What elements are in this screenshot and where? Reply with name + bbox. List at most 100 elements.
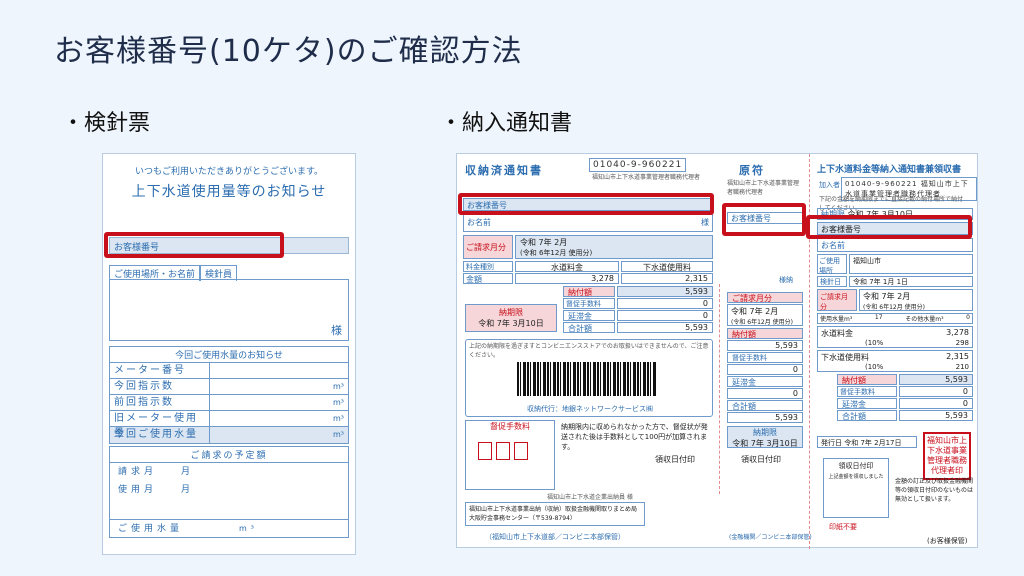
receipt2-sewer-row: 下水道使用料 2,315 (10% 210 xyxy=(817,350,973,372)
usage-row-label: メーター番号 xyxy=(110,363,210,378)
plan-row: 使用月 月 xyxy=(110,481,348,499)
original-total: 5,593 xyxy=(727,412,803,423)
receipt2-billing-field: 令和 7年 2月 (令和 6年12月 使用分) xyxy=(859,289,973,311)
account-number: 01040-9-960221 xyxy=(589,158,687,172)
due-date: 令和 7年 3月10日 xyxy=(478,319,544,328)
notice-customer-number-highlight xyxy=(458,193,714,215)
original-late-fee-label: 延滞金 xyxy=(727,376,803,387)
receipt2-date-label: 領収日付印 xyxy=(838,462,874,470)
usage-row-unit: m³ xyxy=(333,382,344,391)
meter-date: 令和 7年 1月 1日 xyxy=(849,276,973,287)
fix-note: 金額の訂正及び取扱金融機関等の領収日付印のないものは無効として扱います。 xyxy=(895,478,974,503)
total-label: 合計額 xyxy=(563,322,615,333)
water-tax-rate: (10% xyxy=(865,339,884,347)
fee-digit-box xyxy=(496,442,510,460)
receipt2-sewer-label: 下水道使用料 xyxy=(821,353,869,362)
original-due-box: 納期限令和 7年 3月10日 xyxy=(727,426,803,448)
subscriber-label: 加入者 xyxy=(819,181,840,189)
original-usage-period: (令和 6年12月 使用分) xyxy=(731,319,793,326)
usage-row-unit: m³ xyxy=(333,414,344,423)
official-stamp: 福知山市上下水道事業管理者職務代理者印 xyxy=(923,432,971,480)
usage-row-label: 今回指示数 xyxy=(110,379,210,394)
late-fee-label: 延滞金 xyxy=(563,310,615,321)
billing-month-label: ご請求月分 xyxy=(463,235,513,259)
plan-row: ご使用水量 m³ xyxy=(110,519,348,537)
original-payment-label: 納付額 xyxy=(727,328,803,339)
usage-row: 今回指示数 m³ xyxy=(110,379,348,395)
usage-row: 旧メーター使用量 m³ xyxy=(110,411,348,439)
receipt2-water-label: 水道料金 xyxy=(821,329,853,338)
original-surcharge: 0 xyxy=(727,364,803,375)
overdue-fee-box: 督促手数料 xyxy=(465,420,555,490)
original-surcharge-label: 督促手数料 xyxy=(727,352,803,363)
fee-digit-box xyxy=(514,442,528,460)
slip-address-box: 様 xyxy=(109,279,349,341)
receipt2-total: 5,593 xyxy=(899,410,973,421)
total-amount: 5,593 xyxy=(617,322,713,333)
receipt-date-label: 領収日付印 xyxy=(655,455,695,464)
slip-customer-number-highlight xyxy=(104,232,284,258)
plan-row-label: 使用月 xyxy=(118,485,158,495)
payment-no-label: 様納 xyxy=(779,276,793,284)
use-volume: 17 xyxy=(874,314,883,321)
receipt2-account-no: 01040-9-960221 xyxy=(845,180,918,188)
other-volume-label: その他水量m³ xyxy=(905,316,944,323)
receipt-customer-number-highlight xyxy=(806,215,972,239)
original-keep-note: (金融機関／コンビニ本部保管) xyxy=(729,534,812,541)
usage-row-unit: m³ xyxy=(333,430,344,439)
cut-line xyxy=(719,284,720,494)
receipt2-payment-label: 納付額 xyxy=(837,374,897,385)
receipt2-water-row: 水道料金 3,278 (10% 298 xyxy=(817,326,973,348)
meter-slip-label: ・検針票 xyxy=(62,111,151,136)
plan-row-unit: 月 xyxy=(181,467,195,477)
name-label: お名前 xyxy=(467,218,491,227)
original-title: 原符 xyxy=(739,164,765,177)
water-tax: 298 xyxy=(955,339,969,347)
original-due-label: 納期限 xyxy=(753,428,777,437)
keep-note: （福知山市上下水道部／コンビニ本部保管） xyxy=(485,533,625,541)
receipt2-usage-period: (令和 6年12月 使用分) xyxy=(863,304,925,311)
original-billing-field: 令和 7年 2月 (令和 6年12月 使用分) xyxy=(727,304,803,326)
receipt2-billing-label: ご請求月分 xyxy=(817,289,857,311)
plan-row-unit: 月 xyxy=(181,485,195,495)
water-amount: 3,278 xyxy=(515,273,619,284)
receipt2-payment-amount: 5,593 xyxy=(899,374,973,385)
payment-notice-label: ・納入通知書 xyxy=(440,111,573,136)
original-customer-number-highlight xyxy=(722,203,806,236)
use-place: 福知山市 xyxy=(849,254,973,274)
surcharge-amount: 0 xyxy=(617,298,713,309)
usage-row-label: 旧メーター使用量 xyxy=(110,411,210,439)
original-payee: 福知山市上下水道事業管理者職務代理者 xyxy=(727,180,800,196)
slip-plan-table: ご請求の予定額 請求月月 使用月月 ご使用水量 m³ xyxy=(109,446,349,538)
water-fee-label: 水道料金 xyxy=(515,261,619,272)
other-volume: 0 xyxy=(966,314,970,321)
plan-table-header: ご請求の予定額 xyxy=(110,447,348,463)
receipt2-surcharge-label: 督促手数料 xyxy=(837,386,897,397)
surcharge-label: 督促手数料 xyxy=(563,298,615,309)
receipt2-late-fee: 0 xyxy=(899,398,973,409)
slip-usage-table: 今回ご使用水量のお知らせ メーター番号 今回指示数 m³ 前回指示数 m³ 旧メータ… xyxy=(109,346,349,444)
receipt2-total-label: 合計額 xyxy=(837,410,897,421)
usage-table-header: 今回ご使用水量のお知らせ xyxy=(110,347,348,363)
bank-note: 福知山市上下水道事業出納（収納）取扱金融機関取りまとめ局 大阪貯金事務センター（… xyxy=(465,502,645,526)
cut-line xyxy=(809,154,810,549)
account-name: 福知山市上下水道事業管理者職務代理者 xyxy=(592,174,701,181)
receipt-note2: 上記金額を領収しました xyxy=(828,474,884,480)
payment-amount: 5,593 xyxy=(617,286,713,297)
late-fee-amount: 0 xyxy=(617,310,713,321)
barcode xyxy=(517,362,657,396)
slip-thanks-text: いつもご利用いただきありがとうございます。 xyxy=(134,167,324,177)
overdue-note: 納期限内に収められなかった方で、督促状が発送された後は手数料として100円が加算… xyxy=(561,423,708,451)
billing-month-field: 令和 7年 2月 (令和 6年12月 使用分) xyxy=(515,235,713,259)
original-billing-month: 令和 7年 2月 xyxy=(731,307,779,316)
plan-row-unit: m³ xyxy=(239,524,258,533)
receipt2-surcharge: 0 xyxy=(899,386,973,397)
collection-agent: 収納代行：地銀ネットワークサービス㈱ xyxy=(527,405,653,413)
original-late-fee: 0 xyxy=(727,388,803,399)
usage-row-label: 前回指示数 xyxy=(110,395,210,410)
usage-row-label: 今回ご使用水量 xyxy=(110,427,210,443)
original-due-date: 令和 7年 3月10日 xyxy=(732,439,798,448)
use-place-label: ご使用場所 xyxy=(817,254,847,275)
store-note: 上記の納期限を過ぎますとコンビニエンスストアでのお取扱いはできませんので、ご注意… xyxy=(469,343,709,359)
name-sama: 様 xyxy=(701,218,709,227)
